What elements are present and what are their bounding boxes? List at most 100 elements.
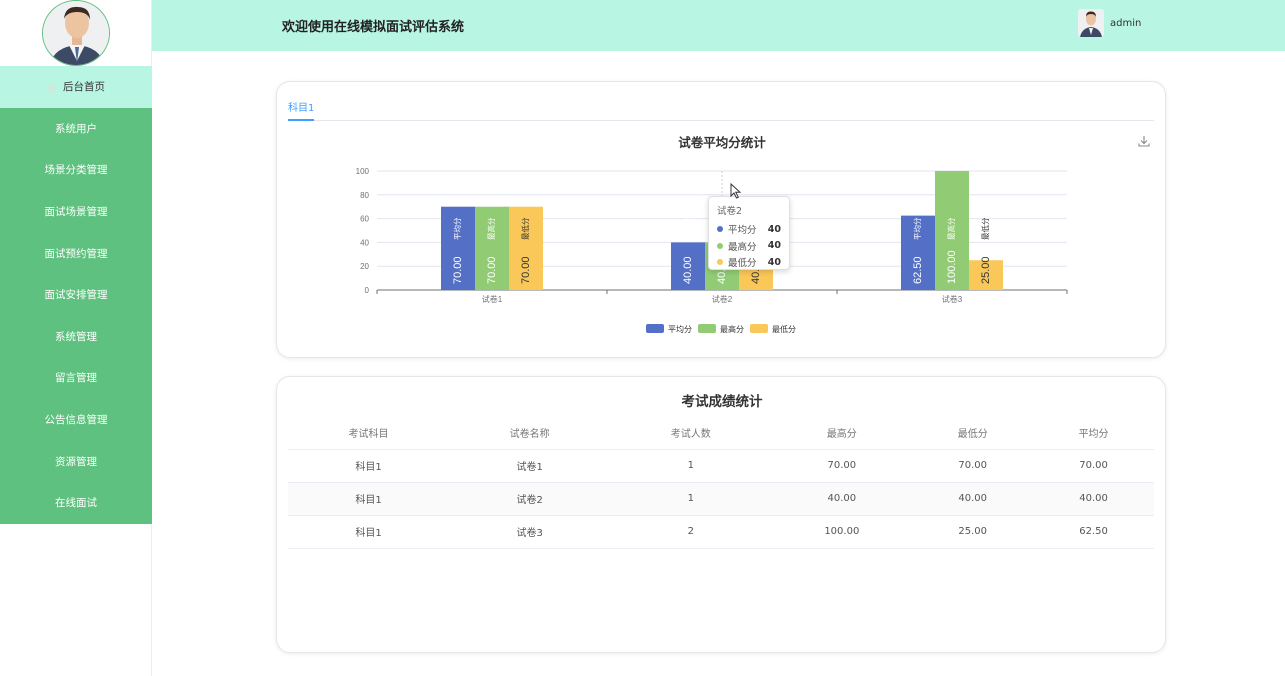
sidebar-item-label: 在线面试 bbox=[55, 497, 97, 510]
table-cell: 1 bbox=[610, 482, 772, 516]
table-cell: 100.00 bbox=[771, 515, 913, 549]
sidebar-item-label: 留言管理 bbox=[55, 372, 97, 385]
x-tick-label: 试卷1 bbox=[482, 294, 503, 304]
table-cell: 科目1 bbox=[288, 482, 450, 516]
table-cell: 科目1 bbox=[288, 449, 450, 483]
table-cell: 2 bbox=[610, 515, 772, 549]
x-tick-label: 试卷3 bbox=[942, 294, 963, 304]
avatar-portrait-icon bbox=[42, 1, 109, 65]
sidebar-item-scene-category[interactable]: 场景分类管理 bbox=[0, 149, 152, 191]
column-header: 平均分 bbox=[1033, 417, 1154, 450]
sidebar-avatar-area bbox=[0, 0, 151, 66]
bar-series-label: 最高分 bbox=[486, 217, 496, 240]
table-cell: 40.00 bbox=[771, 482, 913, 516]
chart-tooltip: 试卷2 平均分 40 最高分 40 最低分 40 bbox=[708, 196, 790, 270]
legend-swatch bbox=[646, 324, 664, 333]
bar-data-label: 70.00 bbox=[486, 256, 498, 284]
sidebar-item-label: 面试预约管理 bbox=[44, 247, 108, 260]
legend-swatch bbox=[750, 324, 768, 333]
sidebar-item-label: 场景分类管理 bbox=[44, 164, 108, 177]
chart-card: 科目1 试卷平均分统计 0 20 40 60 80 100 70.00 平均分 70.00 最高分… bbox=[276, 81, 1166, 358]
y-tick-label: 100 bbox=[356, 167, 370, 176]
user-menu[interactable]: admin bbox=[1078, 9, 1141, 37]
tooltip-dot-min bbox=[717, 259, 723, 266]
tooltip-row: 平均分 40 bbox=[717, 221, 781, 238]
y-tick-label: 40 bbox=[360, 238, 369, 247]
bar-series-label: 最高分 bbox=[946, 217, 956, 240]
table-cell: 62.50 bbox=[1033, 515, 1154, 549]
avatar-portrait-icon bbox=[1078, 9, 1104, 37]
bar-series-label: 最低分 bbox=[520, 217, 530, 240]
sidebar-item-notice-management[interactable]: 公告信息管理 bbox=[0, 398, 152, 441]
table-cell: 试卷3 bbox=[449, 515, 611, 549]
bar-series-label: 平均分 bbox=[912, 217, 922, 240]
table-header-row: 考试科目 试卷名称 考试人数 最高分 最低分 平均分 bbox=[288, 417, 1154, 450]
sidebar-item-system-management[interactable]: 系统管理 bbox=[0, 315, 152, 358]
legend-label: 最低分 bbox=[772, 324, 796, 334]
column-header: 试卷名称 bbox=[449, 417, 611, 450]
sidebar-item-resource-management[interactable]: 资源管理 bbox=[0, 440, 152, 482]
y-tick-label: 0 bbox=[365, 286, 370, 295]
table-cell: 25.00 bbox=[912, 515, 1034, 549]
tooltip-value: 40 bbox=[767, 223, 781, 235]
tooltip-row: 最低分 40 bbox=[717, 254, 781, 271]
table-row: 科目1 试卷1 1 70.00 70.00 70.00 bbox=[288, 449, 1154, 483]
header-avatar[interactable] bbox=[1078, 9, 1104, 37]
table-cell: 70.00 bbox=[1033, 449, 1154, 483]
bar-data-label: 70.00 bbox=[452, 256, 464, 284]
table-cell: 70.00 bbox=[771, 449, 913, 483]
column-header: 最低分 bbox=[912, 417, 1034, 450]
legend-label: 平均分 bbox=[668, 324, 692, 334]
tooltip-name: 平均分 bbox=[728, 225, 757, 237]
legend-swatch bbox=[698, 324, 716, 333]
table-cell: 40.00 bbox=[912, 482, 1034, 516]
tooltip-value: 40 bbox=[767, 240, 781, 252]
table-cell: 40.00 bbox=[1033, 482, 1154, 516]
sidebar: 后台首页系统用户场景分类管理 面试场景管理 面试预约管理 面试安排管理 系统管理留言管理… bbox=[0, 0, 152, 676]
tooltip-title: 试卷2 bbox=[717, 206, 743, 217]
sidebar-item-online-interview[interactable]: 在线面试 bbox=[0, 481, 152, 524]
home-icon bbox=[48, 83, 56, 91]
sidebar-item-interview-schedule[interactable]: 面试安排管理 bbox=[0, 273, 152, 316]
x-tick-label: 试卷2 bbox=[712, 294, 733, 304]
table-title: 考试成绩统计 bbox=[681, 394, 763, 410]
table-cell: 科目1 bbox=[288, 515, 450, 549]
sidebar-item-interview-scene[interactable]: 面试场景管理 bbox=[0, 190, 152, 233]
table-cell: 试卷2 bbox=[449, 482, 611, 516]
sidebar-item-label: 面试场景管理 bbox=[44, 206, 108, 219]
tooltip-dot-avg bbox=[717, 226, 723, 233]
table-row: 科目1 试卷3 2 100.00 25.00 62.50 bbox=[288, 515, 1154, 549]
tooltip-dot-max bbox=[717, 242, 723, 249]
score-table: 考试科目 试卷名称 考试人数 最高分 最低分 平均分 科目1 试卷1 1 70.… bbox=[288, 417, 1154, 549]
bar-series-label: 最低分 bbox=[980, 217, 990, 240]
sidebar-item-label: 面试安排管理 bbox=[44, 289, 108, 302]
tooltip-value: 40 bbox=[767, 256, 781, 268]
app-root: 后台首页系统用户场景分类管理 面试场景管理 面试预约管理 面试安排管理 系统管理留言管理… bbox=[0, 0, 1285, 676]
sidebar-item-label: 系统管理 bbox=[55, 330, 97, 343]
tooltip-name: 最高分 bbox=[728, 241, 757, 253]
y-tick-label: 20 bbox=[360, 262, 369, 271]
page-title: 欢迎使用在线模拟面试评估系统 bbox=[282, 20, 465, 35]
table-cell: 试卷1 bbox=[449, 449, 611, 483]
bar-series-label: 平均分 bbox=[682, 217, 692, 240]
bar-series-label: 平均分 bbox=[452, 217, 462, 240]
sidebar-item-home[interactable]: 后台首页 bbox=[0, 66, 152, 108]
sidebar-menu: 后台首页系统用户场景分类管理 面试场景管理 面试预约管理 面试安排管理 系统管理留言管理… bbox=[0, 66, 152, 524]
column-header: 考试科目 bbox=[288, 417, 450, 450]
legend-label: 最高分 bbox=[720, 324, 744, 334]
mouse-cursor-icon bbox=[730, 183, 742, 199]
header-username[interactable]: admin bbox=[1110, 18, 1141, 29]
avatar bbox=[41, 0, 110, 66]
y-tick-label: 60 bbox=[360, 215, 369, 224]
bar-data-label: 70.00 bbox=[520, 256, 532, 284]
table-cell: 1 bbox=[610, 449, 772, 483]
bar-data-label: 25.00 bbox=[980, 256, 992, 284]
bar-data-label: 100.00 bbox=[946, 250, 958, 284]
table-row: 科目1 试卷2 1 40.00 40.00 40.00 bbox=[288, 482, 1154, 516]
bar-data-label: 62.50 bbox=[912, 256, 924, 284]
sidebar-item-label: 后台首页 bbox=[63, 81, 105, 94]
sidebar-item-interview-booking[interactable]: 面试预约管理 bbox=[0, 232, 152, 274]
sidebar-item-message-management[interactable]: 留言管理 bbox=[0, 357, 152, 399]
score-table-card: 考试成绩统计 考试科目 试卷名称 考试人数 最高分 最低分 平均分 科目1 试卷… bbox=[276, 376, 1166, 653]
sidebar-item-system-users[interactable]: 系统用户 bbox=[0, 107, 152, 150]
